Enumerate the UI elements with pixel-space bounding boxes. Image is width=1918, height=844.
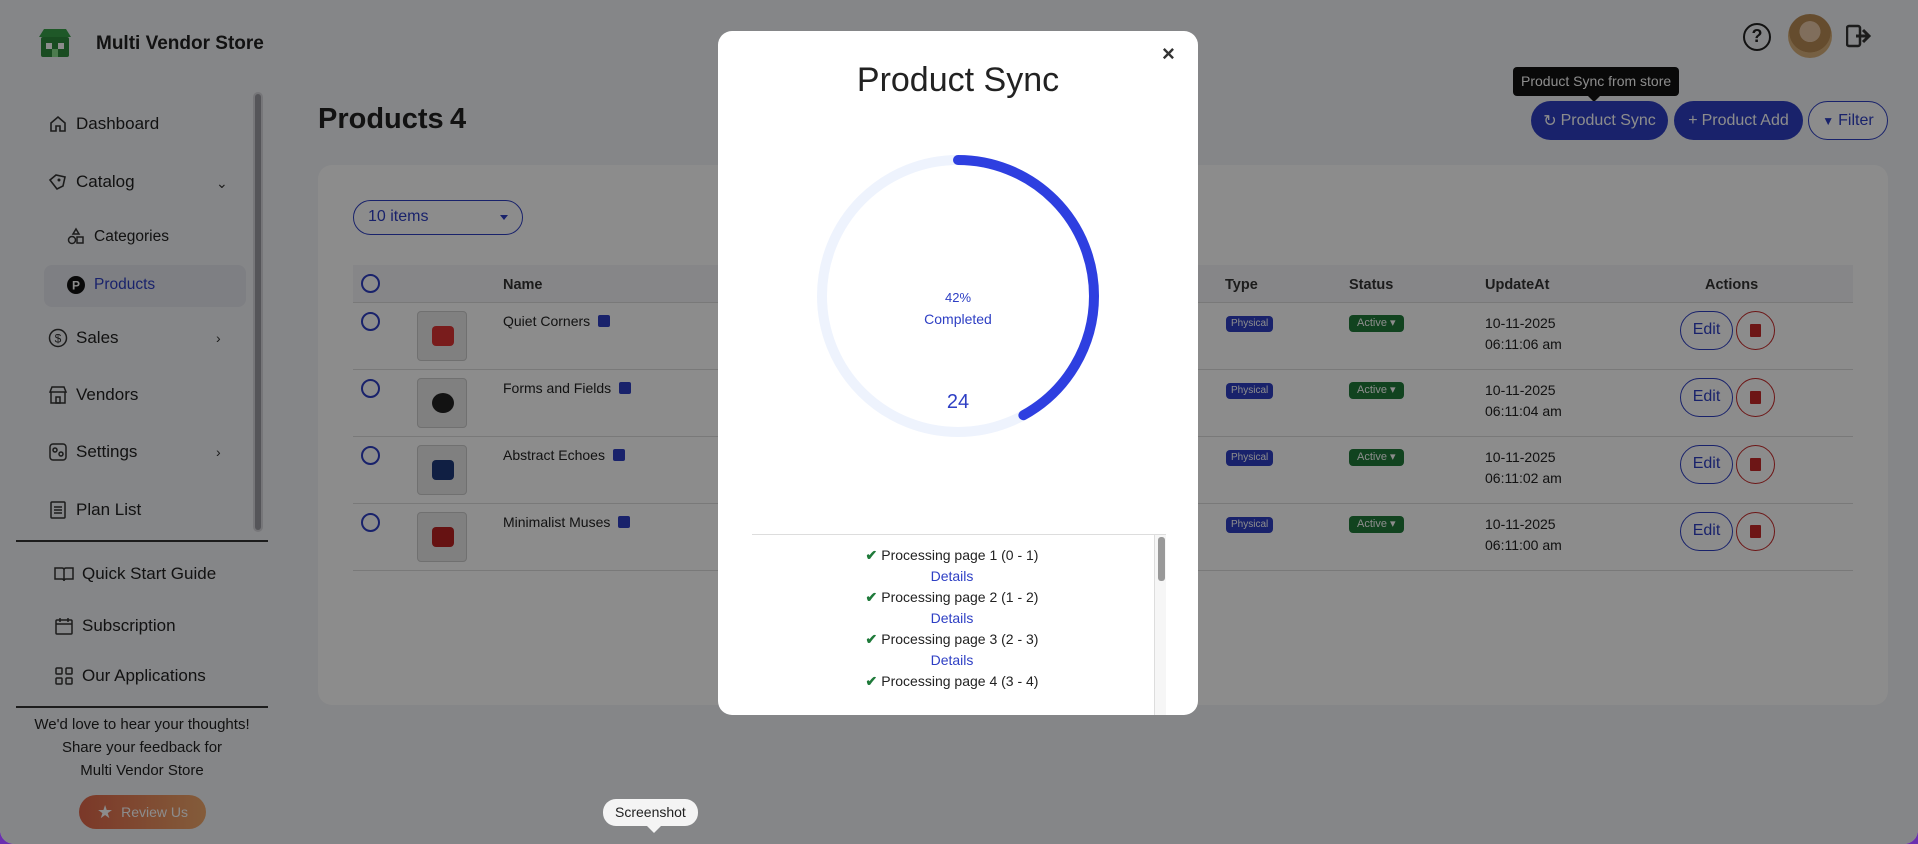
log-details-link[interactable]: Details: [752, 566, 1152, 587]
check-icon: ✔: [865, 589, 878, 605]
check-icon: ✔: [865, 547, 878, 563]
app-window: Multi Vendor Store ? Dashboard Catalog ⌄…: [0, 0, 1918, 844]
modal-title: Product Sync: [856, 61, 1060, 99]
progress-percent: 42%: [944, 290, 972, 305]
log-entry-text: Processing page 1 (0 - 1): [881, 547, 1039, 563]
progress-count: 24: [946, 391, 970, 413]
check-icon: ✔: [865, 631, 878, 647]
log-scroll-thumb[interactable]: [1158, 537, 1165, 581]
log-entry: ✔ Processing page 3 (2 - 3): [752, 629, 1152, 650]
log-entry-text: Processing page 3 (2 - 3): [881, 631, 1039, 647]
log-entry: ✔ Processing page 1 (0 - 1): [752, 545, 1152, 566]
check-icon: ✔: [865, 673, 878, 689]
sync-log[interactable]: ✔ Processing page 1 (0 - 1) Details ✔ Proc…: [752, 534, 1166, 715]
screenshot-tooltip: Screenshot: [603, 799, 698, 833]
log-entry: ✔ Processing page 2 (1 - 2): [752, 587, 1152, 608]
product-sync-modal: × Product Sync 42% Completed 24 ✔ Process…: [718, 31, 1198, 715]
progress-completed-label: Completed: [924, 311, 992, 327]
log-scrollbar[interactable]: [1154, 535, 1166, 715]
log-entry-text: Processing page 4 (3 - 4): [881, 673, 1039, 689]
log-entry: ✔ Processing page 4 (3 - 4): [752, 671, 1152, 692]
log-details-link[interactable]: Details: [752, 650, 1152, 671]
log-entry-text: Processing page 2 (1 - 2): [881, 589, 1039, 605]
log-details-link[interactable]: Details: [752, 608, 1152, 629]
